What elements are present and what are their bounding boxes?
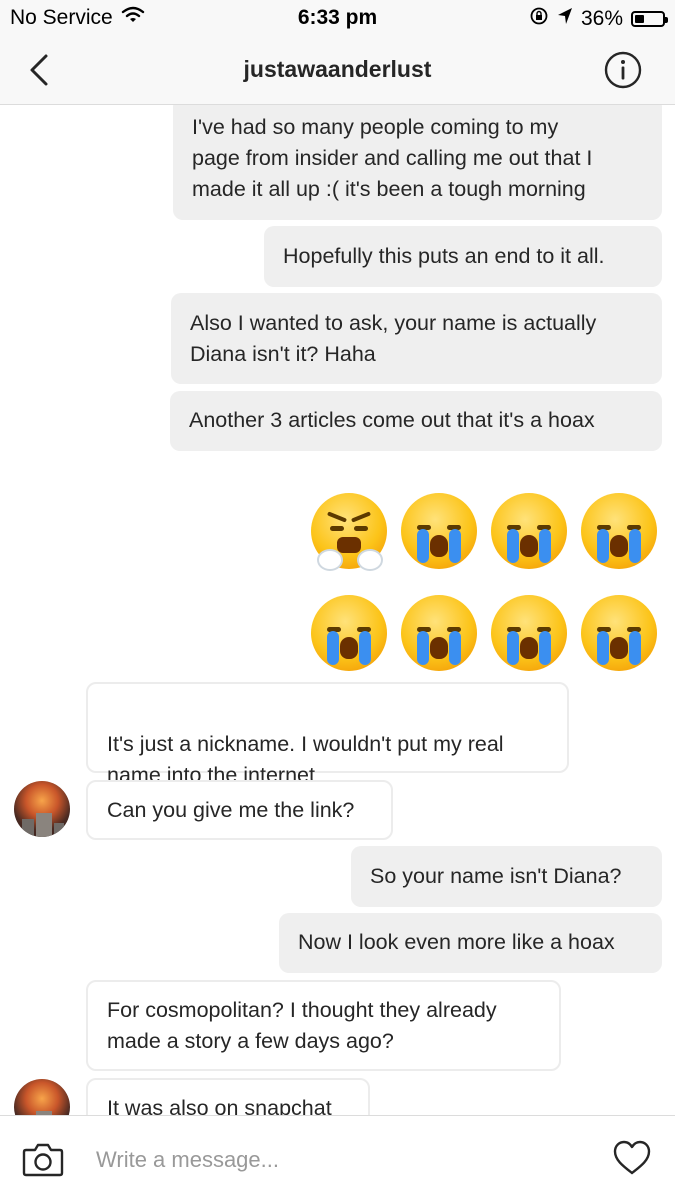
message-bubble-outgoing[interactable]: Also I wanted to ask, your name is actua… — [171, 293, 662, 384]
conversation-username[interactable]: justawaanderlust — [0, 56, 675, 83]
like-button[interactable] — [613, 1140, 651, 1176]
loudly-crying-face-icon — [401, 493, 477, 569]
message-bubble-outgoing[interactable]: So your name isn't Diana? — [351, 846, 662, 907]
orientation-lock-icon — [529, 6, 549, 32]
message-input[interactable] — [94, 1140, 578, 1180]
avatar[interactable] — [14, 781, 70, 837]
dm-screen: No Service 6:33 pm 36% justawaanderlust … — [0, 0, 675, 1200]
camera-icon — [22, 1143, 64, 1177]
message-bubble-incoming[interactable]: It's just a nickname. I wouldn't put my … — [86, 682, 569, 817]
message-text: It's just a nickname. I wouldn't put my … — [107, 732, 504, 787]
message-bubble-outgoing[interactable]: Now I look even more like a hoax — [279, 913, 662, 973]
face-with-steam-from-nose-icon — [311, 493, 387, 571]
camera-button[interactable] — [22, 1140, 64, 1178]
message-bubble-incoming[interactable]: For cosmopolitan? I thought they already… — [86, 980, 561, 1071]
status-bar: No Service 6:33 pm 36% — [0, 0, 675, 36]
loudly-crying-face-icon — [491, 493, 567, 569]
info-button[interactable] — [603, 50, 643, 90]
loudly-crying-face-icon — [311, 595, 387, 671]
loudly-crying-face-icon — [401, 595, 477, 671]
battery-fill — [635, 15, 644, 23]
message-composer — [0, 1115, 675, 1200]
conversation-header: justawaanderlust — [0, 36, 675, 105]
location-arrow-icon — [557, 7, 573, 31]
status-right: 36% — [529, 6, 668, 32]
message-bubble-incoming[interactable]: Can you give me the link? — [86, 780, 393, 840]
message-thread[interactable]: I've had so many people coming to my pag… — [0, 105, 675, 1115]
message-bubble-outgoing[interactable]: Hopefully this puts an end to it all. — [264, 226, 662, 287]
message-bubble-outgoing[interactable]: Another 3 articles come out that it's a … — [170, 391, 662, 451]
heart-icon — [613, 1140, 651, 1175]
loudly-crying-face-icon — [581, 493, 657, 569]
info-icon — [604, 51, 642, 89]
avatar[interactable] — [14, 1079, 70, 1115]
emoji-message[interactable] — [311, 595, 657, 671]
loudly-crying-face-icon — [581, 595, 657, 671]
emoji-message[interactable] — [311, 493, 657, 571]
message-bubble-incoming[interactable]: It was also on snapchat — [86, 1078, 370, 1115]
battery-icon — [631, 11, 668, 27]
loudly-crying-face-icon — [491, 595, 567, 671]
battery-percent: 36% — [580, 7, 623, 30]
message-bubble-outgoing[interactable]: I've had so many people coming to my pag… — [173, 105, 662, 220]
